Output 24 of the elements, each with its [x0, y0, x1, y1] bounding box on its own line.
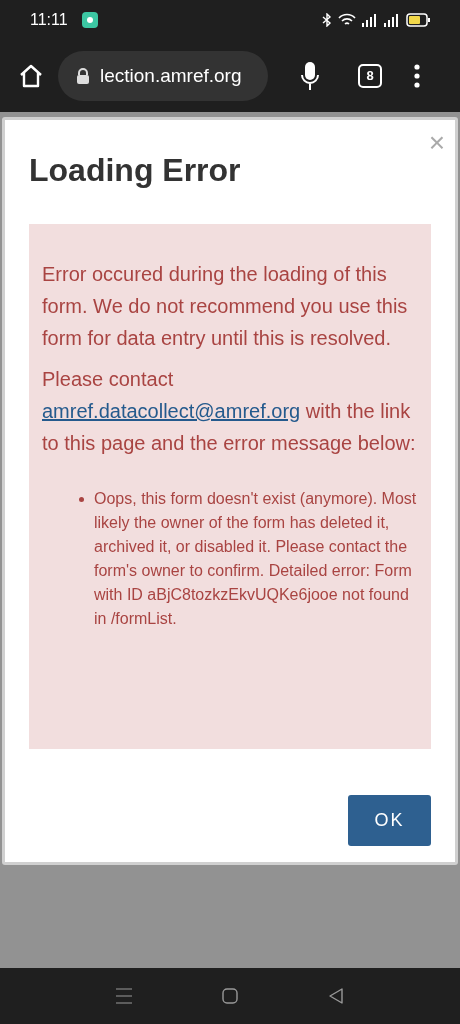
alert-text: Error occured during the loading of this form. We do not recommend you use this form for data entry until this is resolved. — [42, 262, 409, 351]
ok-button[interactable]: OK — [348, 795, 431, 846]
battery-icon — [406, 13, 430, 27]
dialog-title: Loading Error — [29, 151, 242, 190]
tab-count-button[interactable]: 8 — [358, 64, 382, 88]
app-notification-icon — [81, 12, 98, 28]
bluetooth-icon — [322, 13, 332, 27]
more-menu-icon[interactable] — [414, 64, 420, 88]
signal-icon — [384, 13, 400, 27]
microphone-icon[interactable] — [300, 61, 320, 91]
wifi-icon — [338, 13, 356, 27]
menu-icon[interactable] — [116, 988, 132, 1004]
status-time: 11:11 — [30, 10, 68, 30]
bullet-icon — [79, 497, 84, 502]
url-text: lection.amref.org — [100, 63, 242, 88]
error-message: Oops, this form doesn't exist (anymore). Most likely the owner of the form has deleted it, archived it, or disabled it. Please contact the form's owner to confirm. Detailed error: Form with ID aBjC8tozkzEkvUQKe6jooe not found in /formList. — [94, 489, 418, 629]
back-icon[interactable] — [328, 988, 344, 1004]
lock-icon — [76, 68, 90, 84]
signal-icon — [362, 13, 378, 27]
alert-text: Please contact amref.datacollect@amref.org with the link to this page and the error message below: — [42, 367, 417, 456]
home-button-icon[interactable] — [222, 988, 238, 1004]
email-link[interactable]: amref.datacollect@amref.org — [42, 400, 301, 422]
address-bar[interactable]: lection.amref.org — [58, 51, 268, 101]
home-icon[interactable] — [18, 63, 44, 89]
